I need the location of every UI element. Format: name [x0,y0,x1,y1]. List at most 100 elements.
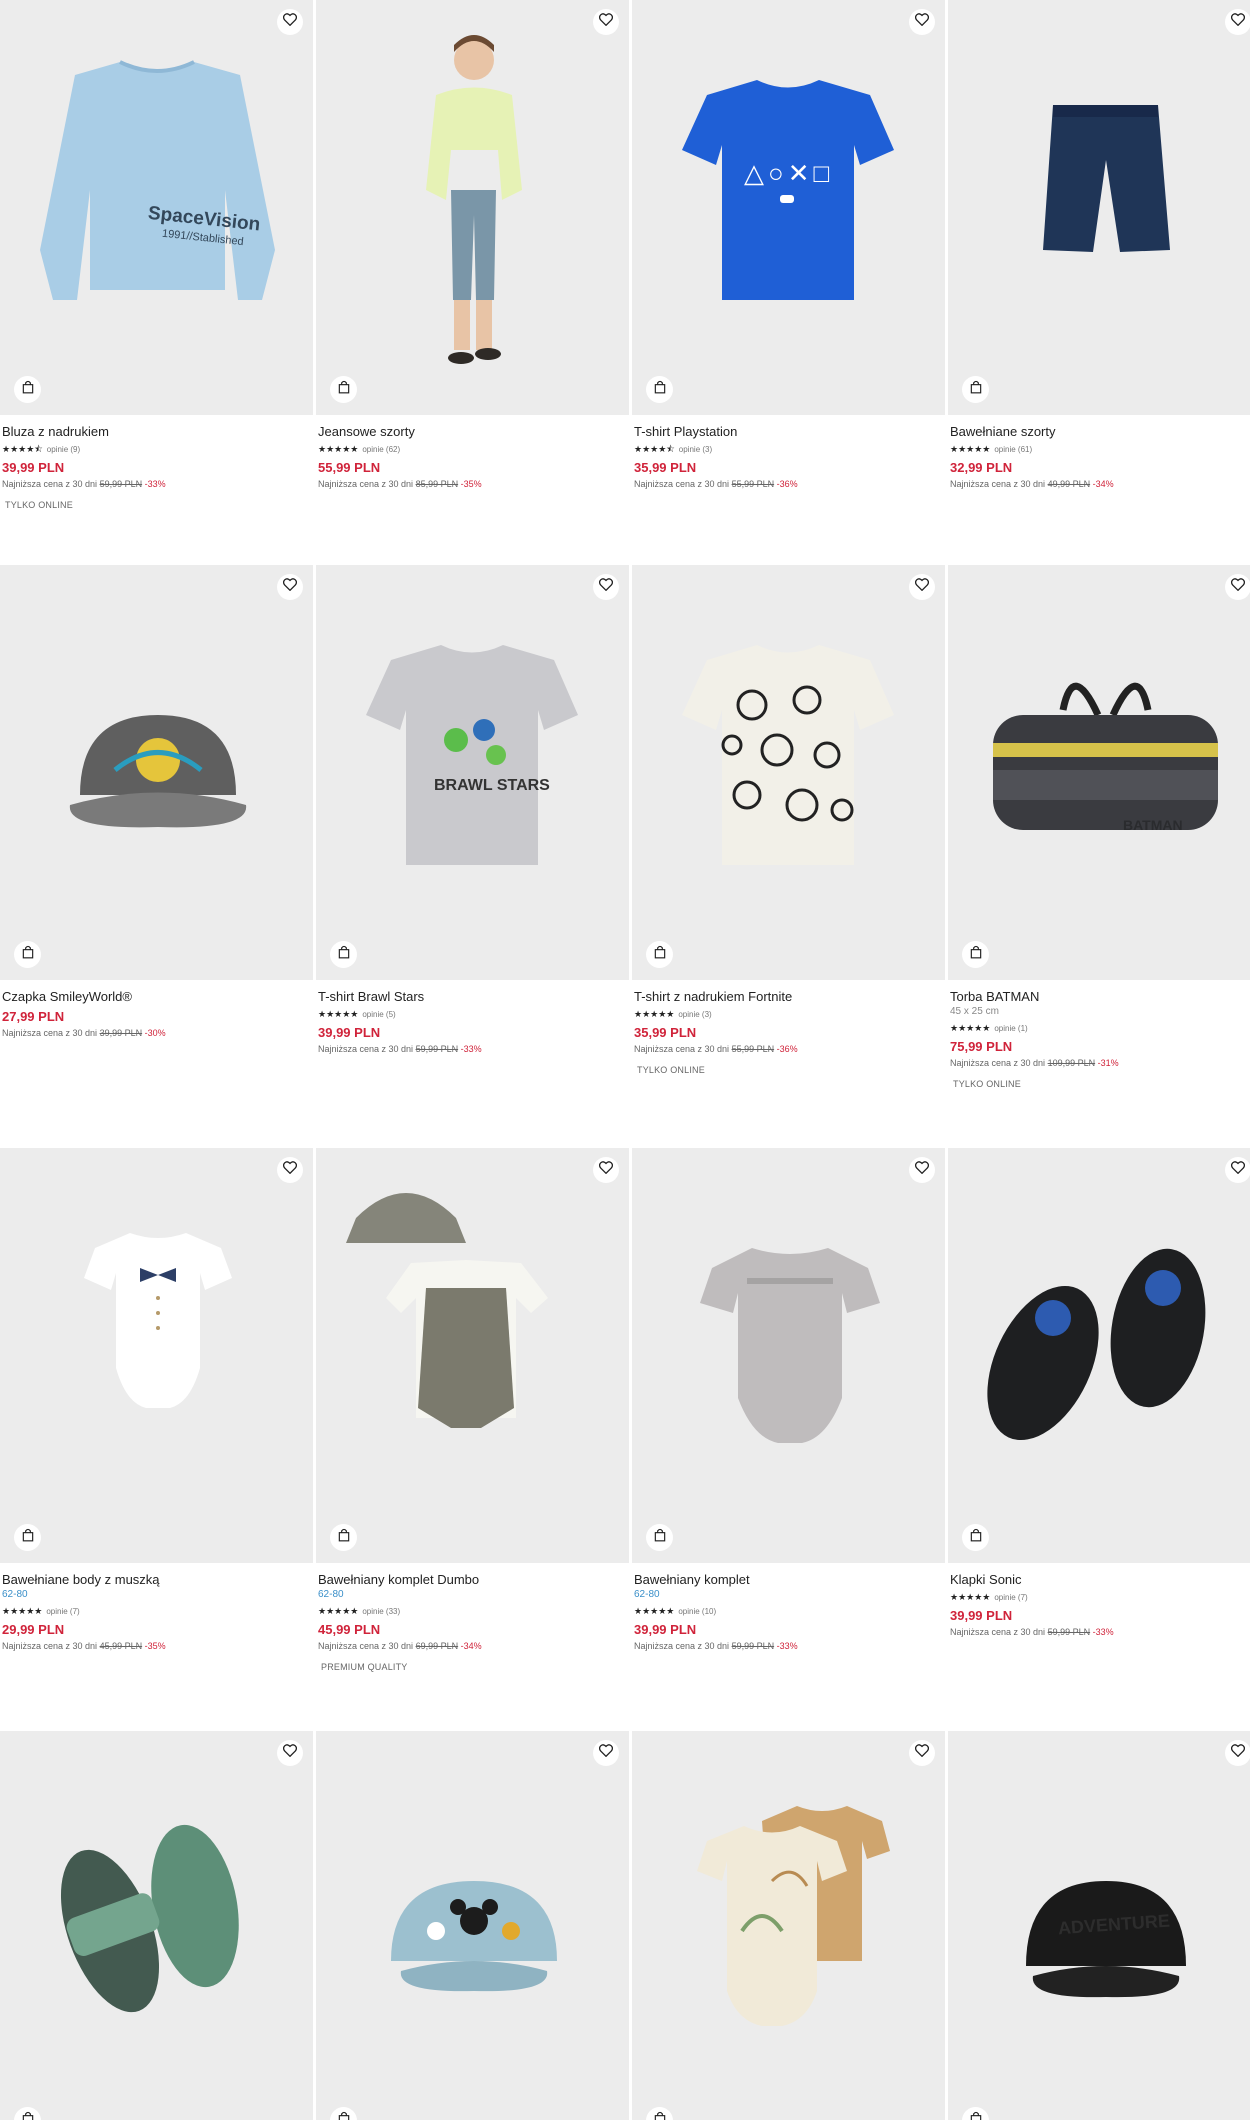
shopping-bag-icon [970,1528,982,1547]
add-to-cart-button[interactable] [962,941,989,968]
product-title[interactable]: Klapki Sonic [950,1571,1250,1588]
discount: -34% [1092,479,1114,489]
product-info: T-shirt Brawl Stars ★★★★★ opinie (5) 39,… [318,985,623,1056]
old-price: 55,99 PLN [731,479,775,489]
add-to-favorites-button[interactable] [909,574,935,600]
add-to-favorites-button[interactable] [1225,574,1250,600]
reviews-count[interactable]: opinie (5) [362,1010,395,1019]
add-to-favorites-button[interactable] [593,1157,619,1183]
product-image[interactable] [0,1731,313,2120]
lowest-price-label: Najniższa cena z 30 dni [634,1641,730,1651]
product-photo-cap-black: ADVENTURE [1026,1881,1186,1998]
product-rating: ★★★★⯪ opinie (9) [2,442,307,456]
product-image[interactable] [948,1148,1250,1563]
product-image[interactable]: ADVENTURE [948,1731,1250,2120]
heart-icon [1230,1161,1246,1179]
old-price: 55,99 PLN [731,1044,775,1054]
product-image[interactable] [632,1731,945,2120]
product-title[interactable]: Torba BATMAN [950,988,1250,1005]
product-image[interactable] [0,1148,313,1563]
add-to-cart-button[interactable] [330,376,357,403]
add-to-favorites-button[interactable] [593,9,619,35]
reviews-count[interactable]: opinie (62) [362,445,400,454]
product-title[interactable]: Bawełniany komplet [634,1571,939,1588]
add-to-favorites-button[interactable] [1225,1157,1250,1183]
product-title[interactable]: Jeansowe szorty [318,423,623,440]
add-to-favorites-button[interactable] [277,1740,303,1766]
reviews-count[interactable]: opinie (7) [994,1593,1027,1602]
add-to-favorites-button[interactable] [909,1157,935,1183]
add-to-favorites-button[interactable] [909,9,935,35]
product-image[interactable]: SpaceVision 1991//Stablished [0,0,313,415]
add-to-cart-button[interactable] [962,1524,989,1551]
reviews-count[interactable]: opinie (7) [46,1607,79,1616]
add-to-favorites-button[interactable] [1225,1740,1250,1766]
reviews-count[interactable]: opinie (3) [678,1010,711,1019]
add-to-cart-button[interactable] [330,941,357,968]
add-to-cart-button[interactable] [646,1524,673,1551]
add-to-favorites-button[interactable] [277,9,303,35]
discount: -34% [460,1641,482,1651]
old-price: 69,99 PLN [415,1641,459,1651]
product-title[interactable]: Czapka SmileyWorld® [2,988,307,1005]
add-to-cart-button[interactable] [14,1524,41,1551]
heart-icon [914,1161,930,1179]
product-title[interactable]: Bawełniany komplet Dumbo [318,1571,623,1588]
old-price: 85,99 PLN [415,479,459,489]
product-rating: ★★★★★ opinie (10) [634,1604,939,1618]
reviews-count[interactable]: opinie (9) [47,445,80,454]
product-title[interactable]: T-shirt Playstation [634,423,939,440]
heart-icon [1230,1744,1246,1762]
lowest-price-info: Najniższa cena z 30 dni 45,99 PLN -35% [2,1639,307,1653]
product-image[interactable]: △○✕□ [632,0,945,415]
reviews-count[interactable]: opinie (3) [679,445,712,454]
add-to-favorites-button[interactable] [593,1740,619,1766]
shopping-bag-icon [22,945,34,964]
add-to-cart-button[interactable] [646,941,673,968]
add-to-favorites-button[interactable] [277,1157,303,1183]
product-rating: ★★★★★ opinie (3) [634,1007,939,1021]
product-image[interactable] [316,1148,629,1563]
product-rating: ★★★★★ opinie (61) [950,442,1250,456]
product-image[interactable] [0,565,313,980]
add-to-cart-button[interactable] [646,376,673,403]
shopping-bag-icon [654,1528,666,1547]
add-to-cart-button[interactable] [330,1524,357,1551]
product-title[interactable]: T-shirt Brawl Stars [318,988,623,1005]
product-title[interactable]: Bluza z nadrukiem [2,423,307,440]
product-image[interactable] [632,1148,945,1563]
product-image[interactable] [632,565,945,980]
lowest-price-info: Najniższa cena z 30 dni 59,99 PLN -33% [318,1042,623,1056]
product-title[interactable]: Bawełniane body z muszką [2,1571,307,1588]
add-to-favorites-button[interactable] [1225,9,1250,35]
old-price: 109,99 PLN [1047,1058,1096,1068]
heart-icon [598,1161,614,1179]
heart-icon [914,13,930,31]
reviews-count[interactable]: opinie (61) [994,445,1032,454]
add-to-cart-button[interactable] [962,376,989,403]
discount: -36% [776,1044,798,1054]
rating-stars-icon: ★★★★★ [634,1606,675,1616]
reviews-count[interactable]: opinie (10) [678,1607,716,1616]
product-image[interactable]: BRAWL STARS [316,565,629,980]
product-photo-sweatshirt: SpaceVision 1991//Stablished [40,60,275,300]
product-image[interactable] [316,1731,629,2120]
product-title[interactable]: Bawełniane szorty [950,423,1250,440]
svg-text:△○✕□: △○✕□ [744,158,833,188]
shopping-bag-icon [22,2111,34,2120]
add-to-favorites-button[interactable] [909,1740,935,1766]
product-image[interactable] [948,0,1250,415]
product-title[interactable]: T-shirt z nadrukiem Fortnite [634,988,939,1005]
add-to-favorites-button[interactable] [593,574,619,600]
lowest-price-label: Najniższa cena z 30 dni [950,1627,1046,1637]
product-image[interactable]: BATMAN [948,565,1250,980]
add-to-cart-button[interactable] [14,941,41,968]
product-price: 35,99 PLN [634,460,697,475]
reviews-count[interactable]: opinie (33) [362,1607,400,1616]
reviews-count[interactable]: opinie (1) [994,1024,1027,1033]
product-price: 39,99 PLN [2,460,65,475]
add-to-cart-button[interactable] [14,376,41,403]
add-to-favorites-button[interactable] [277,574,303,600]
product-image[interactable] [316,0,629,415]
lowest-price-label: Najniższa cena z 30 dni [318,1044,414,1054]
